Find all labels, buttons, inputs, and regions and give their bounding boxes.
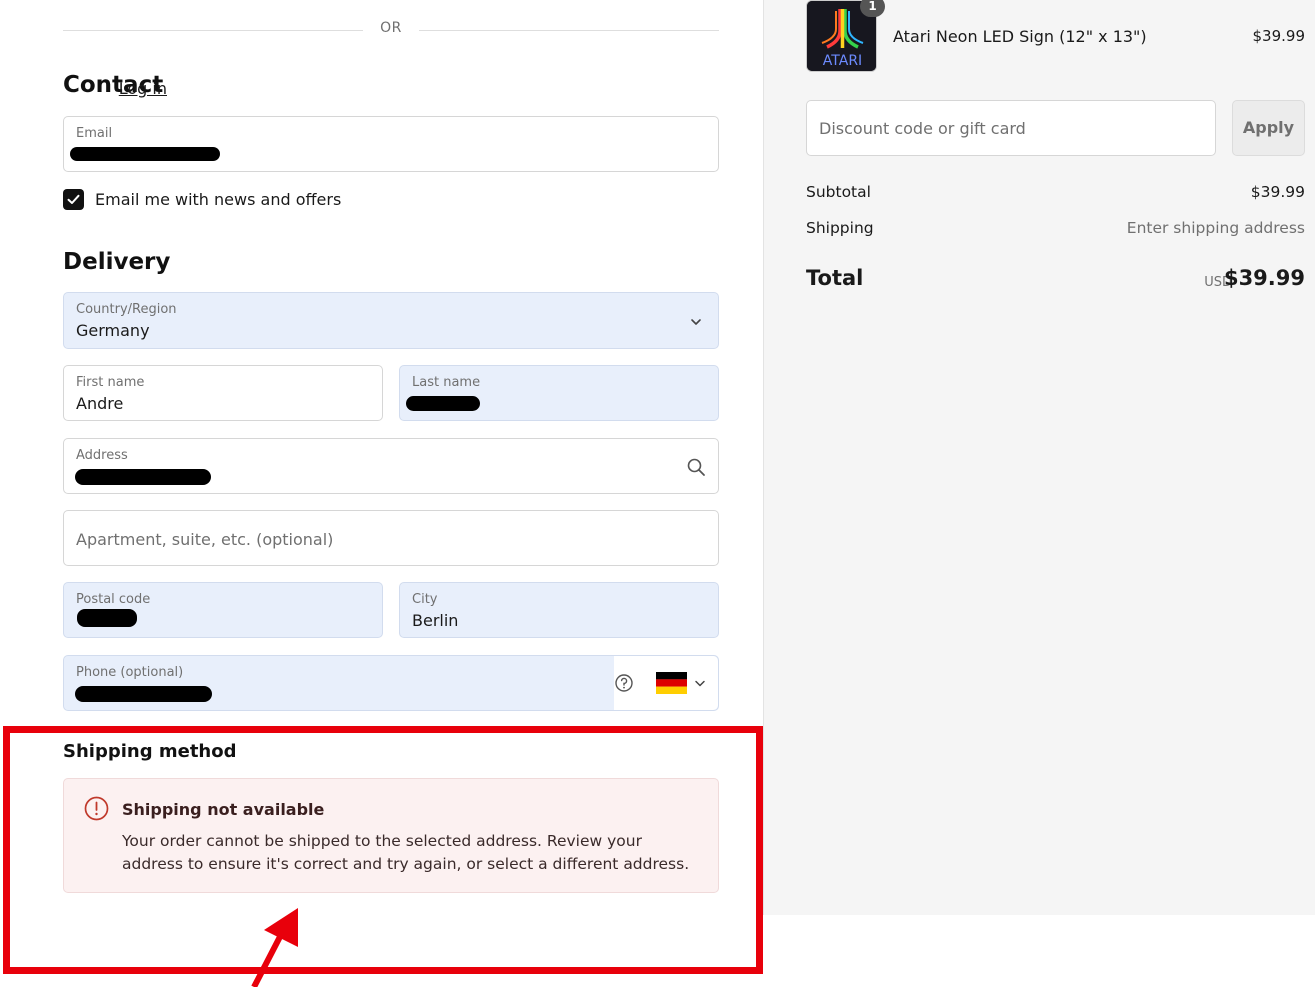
germany-flag-icon	[656, 672, 687, 694]
apartment-placeholder: Apartment, suite, etc. (optional)	[76, 530, 334, 549]
help-icon[interactable]	[614, 673, 634, 693]
phone-field[interactable]: Phone (optional)	[63, 655, 719, 711]
product-price: $39.99	[1252, 27, 1306, 45]
product-name: Atari Neon LED Sign (12" x 13")	[893, 27, 1147, 46]
address-redaction	[75, 469, 211, 485]
city-field[interactable]: City Berlin	[399, 582, 719, 638]
last-name-field[interactable]: Last name	[399, 365, 719, 421]
subtotal-label: Subtotal	[806, 183, 871, 201]
subtotal-value: $39.99	[1250, 183, 1305, 201]
total-label: Total	[806, 266, 864, 290]
log-in-link[interactable]: Log in	[119, 79, 167, 98]
or-label: OR	[380, 20, 402, 36]
country-select[interactable]: Country/Region Germany	[63, 292, 719, 349]
postal-code-redaction	[77, 609, 137, 627]
shipping-label: Shipping	[806, 219, 874, 237]
last-name-label: Last name	[412, 375, 481, 390]
total-value: $39.99	[1223, 266, 1305, 290]
postal-code-field[interactable]: Postal code	[63, 582, 383, 638]
phone-label: Phone (optional)	[76, 665, 184, 680]
first-name-field[interactable]: First name Andre	[63, 365, 383, 421]
last-name-redaction	[406, 396, 480, 411]
city-label: City	[412, 592, 438, 607]
chevron-down-icon	[691, 319, 701, 325]
annotation-arrow-icon	[251, 908, 298, 987]
phone-redaction	[75, 686, 212, 702]
discount-code-input[interactable]: Discount code or gift card	[806, 100, 1216, 156]
total-row: Total USD $39.99	[806, 266, 1305, 296]
email-label: Email	[76, 126, 113, 141]
country-label: Country/Region	[76, 302, 177, 317]
checkmark-icon	[67, 194, 80, 204]
annotation-highlight-box	[3, 726, 763, 974]
first-name-value: Andre	[76, 394, 124, 413]
first-name-label: First name	[76, 375, 145, 390]
delivery-heading: Delivery	[63, 249, 171, 275]
city-value: Berlin	[412, 611, 459, 630]
apply-button[interactable]: Apply	[1232, 100, 1305, 156]
email-field[interactable]: Email	[63, 116, 719, 172]
chevron-down-icon	[695, 680, 705, 687]
search-icon[interactable]	[686, 457, 706, 477]
country-value: Germany	[76, 321, 150, 340]
address-field[interactable]: Address	[63, 438, 719, 494]
shipping-value: Enter shipping address	[1126, 219, 1305, 237]
address-label: Address	[76, 448, 128, 463]
postal-code-label: Postal code	[76, 592, 151, 607]
thumb-text: ATARI	[823, 53, 862, 69]
newsletter-label: Email me with news and offers	[95, 190, 342, 209]
apartment-field[interactable]: Apartment, suite, etc. (optional)	[63, 510, 719, 566]
phone-country-selector[interactable]	[614, 656, 718, 710]
discount-placeholder: Discount code or gift card	[819, 119, 1026, 138]
or-divider: OR	[63, 20, 719, 42]
quantity-badge: 1	[860, 0, 885, 17]
email-redaction	[70, 147, 220, 161]
newsletter-checkbox[interactable]	[63, 189, 84, 210]
